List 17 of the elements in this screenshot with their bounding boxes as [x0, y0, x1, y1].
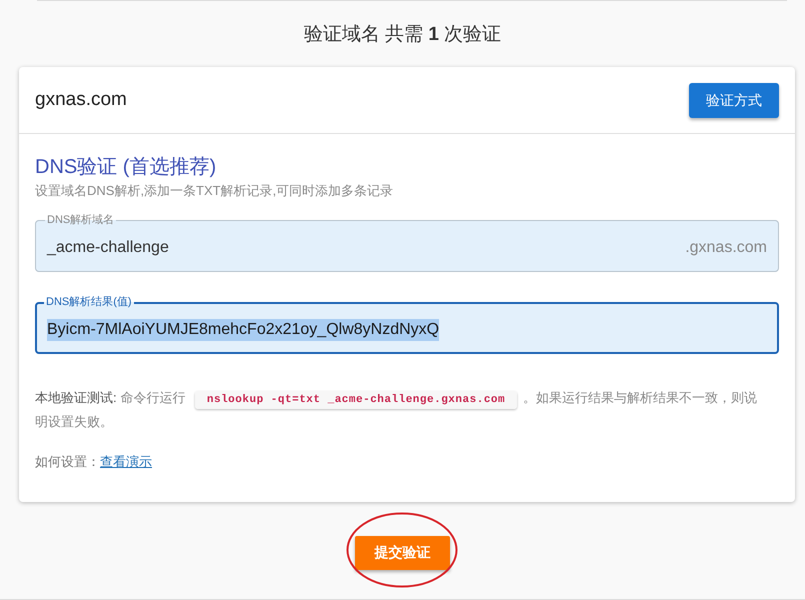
field-value: Byicm-7MlAoiYUMJE8mehcFo2x21oy_Qlw8yNzdNyxQ	[47, 319, 440, 341]
field-value: _acme-challenge	[47, 238, 169, 258]
view-demo-link[interactable]: 查看演示	[100, 452, 152, 472]
page-heading: 验证域名 共需 1 次验证	[304, 23, 502, 47]
field-label: DNS解析域名	[46, 214, 116, 227]
submit-button[interactable]: 提交验证	[355, 536, 450, 570]
verify-method-button[interactable]: 验证方式	[689, 82, 779, 118]
local-test-instruction: 本地验证测试: 命令行运行 nslookup -qt=txt _acme-challenge.gxnas.com 。如果运行结果与解析结果不一致，则说明设置失败。	[35, 389, 758, 431]
domain-name: gxnas.com	[35, 88, 127, 112]
command-code: nslookup -qt=txt _acme-challenge.gxnas.com	[194, 391, 518, 409]
method-title: DNS验证 (首选推荐)	[35, 155, 218, 180]
text-field[interactable]: DNS解析结果(值) Byicm-7MlAoiYUMJE8mehcFo2x21oy_Qlw8yNzdNyxQ	[35, 296, 779, 354]
domain-suffix: .gxnas.com	[685, 238, 767, 258]
how-to-label: 如何设置：	[35, 453, 100, 471]
text-field[interactable]: DNS解析域名 _acme-challenge .gxnas.com	[35, 214, 779, 272]
method-description: 设置域名DNS解析,添加一条TXT解析记录,可同时添加多条记录	[35, 182, 394, 200]
field-label: DNS解析结果(值)	[45, 296, 133, 309]
